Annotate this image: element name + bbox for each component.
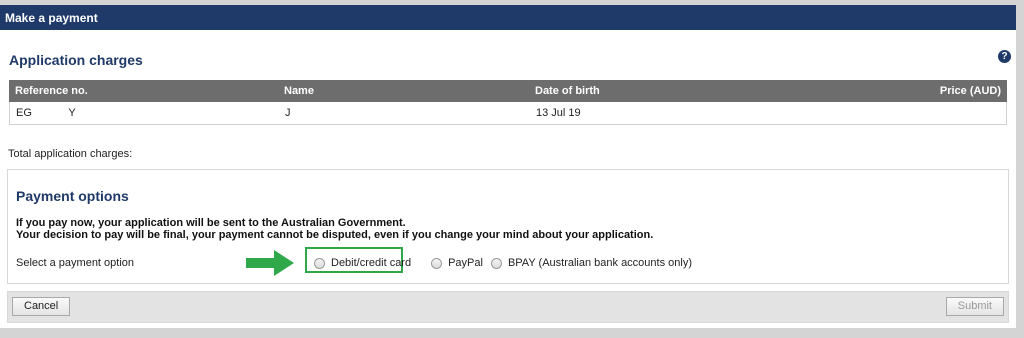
dob-cell: 13 Jul 19 [536, 107, 581, 119]
bpay-radio[interactable] [490, 257, 502, 269]
debit-credit-card-radio[interactable] [314, 257, 325, 269]
payment-option-radios: Debit/credit card PayPal BPAY (Australia… [314, 257, 700, 269]
cancel-button[interactable]: Cancel [12, 297, 71, 316]
select-payment-option-label: Select a payment option [16, 257, 135, 269]
reference-cell: EG Y [16, 107, 76, 119]
green-arrow-icon [246, 250, 294, 276]
action-bar: Cancel Submit [7, 291, 1009, 323]
payment-options-title: Payment options [16, 188, 129, 204]
payment-options-panel: Payment options If you pay now, your app… [7, 169, 1009, 284]
option-debit-credit-card[interactable]: Debit/credit card [314, 257, 411, 269]
notice-line-1: If you pay now, your application will be… [16, 217, 406, 229]
debit-credit-card-label[interactable]: Debit/credit card [331, 257, 411, 269]
option-paypal[interactable]: PayPal [431, 257, 483, 269]
option-bpay[interactable]: BPAY (Australian bank accounts only) [490, 257, 692, 269]
table-header: Reference no. Name Date of birth Price (… [9, 80, 1007, 102]
help-icon[interactable]: ? [998, 50, 1011, 63]
notice-line-2: Your decision to pay will be final, your… [16, 229, 654, 241]
column-header-name: Name [284, 85, 314, 97]
name-cell: J [285, 107, 291, 119]
bpay-label[interactable]: BPAY (Australian bank accounts only) [508, 257, 692, 269]
column-header-dob: Date of birth [535, 85, 600, 97]
submit-button[interactable]: Submit [945, 297, 1004, 316]
payment-window: Make a payment Application charges ? Ref… [0, 5, 1016, 328]
total-charges-label: Total application charges: [8, 148, 133, 160]
column-header-reference: Reference no. [15, 85, 88, 97]
table-row: EG Y J 13 Jul 19 [9, 102, 1007, 125]
application-charges-table: Reference no. Name Date of birth Price (… [9, 80, 1007, 125]
column-header-price: Price (AUD) [939, 85, 1001, 97]
payment-notice: If you pay now, your application will be… [16, 217, 653, 241]
paypal-label[interactable]: PayPal [448, 257, 483, 269]
window-title: Make a payment [0, 5, 1016, 30]
application-charges-title: Application charges [9, 52, 143, 68]
paypal-radio[interactable] [431, 257, 443, 269]
